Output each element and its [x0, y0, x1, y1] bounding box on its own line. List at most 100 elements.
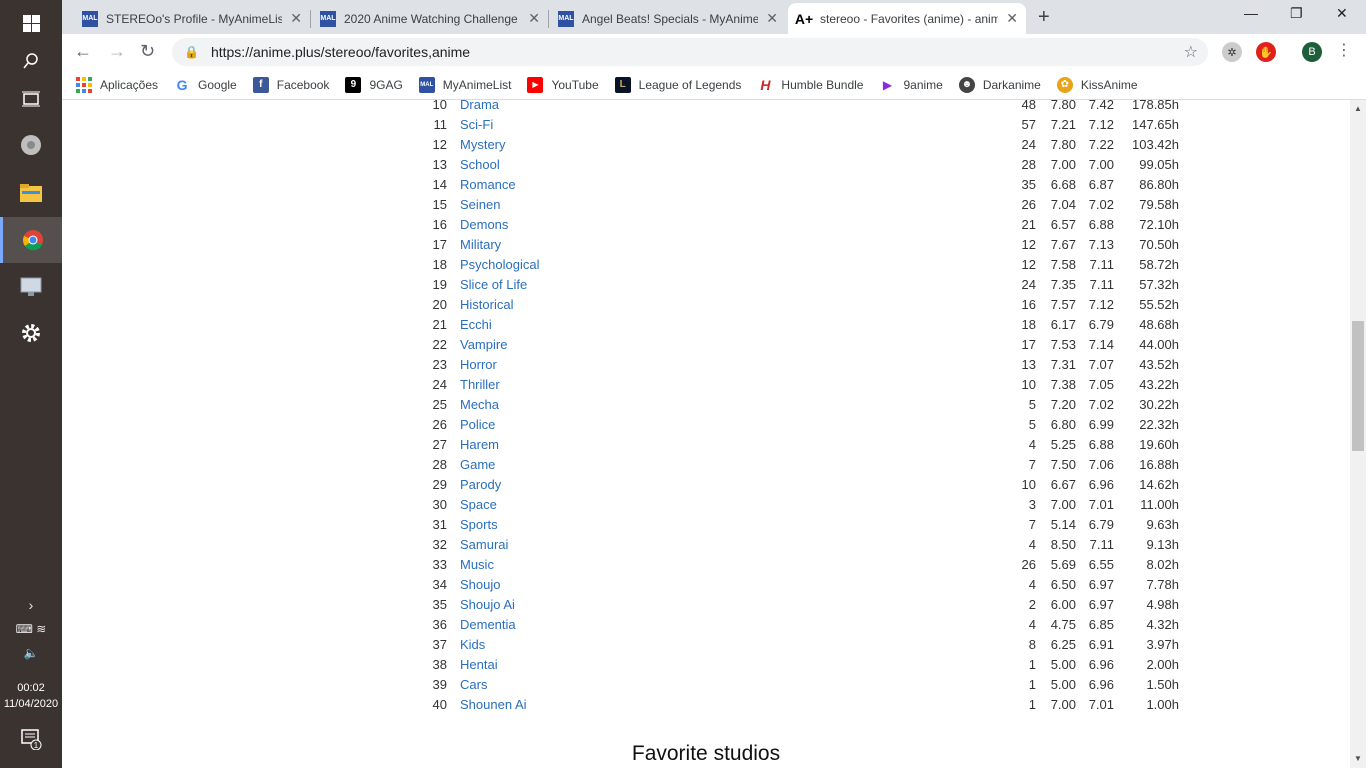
genre-link[interactable]: Historical — [460, 297, 513, 312]
bookmark-google[interactable]: G Google — [174, 77, 237, 93]
bookmarks-bar: Aplicações G Google f Facebook 9 9GAG MA… — [62, 70, 1366, 100]
bookmark-myanimelist[interactable]: MAL MyAnimeList — [418, 76, 511, 93]
bookmark-league-of-legends[interactable]: L League of Legends — [614, 76, 741, 93]
genre-link[interactable]: Music — [460, 557, 494, 572]
genre-link[interactable]: Police — [460, 417, 495, 432]
genre-link[interactable]: Samurai — [460, 537, 508, 552]
scroll-down-arrow-icon[interactable]: ▼ — [1354, 754, 1362, 763]
genre-link[interactable]: Sports — [460, 517, 498, 532]
genre-link[interactable]: Slice of Life — [460, 277, 527, 292]
bookmark-label: Humble Bundle — [781, 77, 864, 92]
taskbar-clock[interactable]: 00:02 11/04/2020 — [0, 680, 62, 712]
close-tab-icon[interactable]: ✕ — [1006, 10, 1018, 27]
volume-icon[interactable]: 🔈 — [0, 646, 62, 660]
profile-avatar[interactable]: B — [1302, 42, 1322, 62]
task-view-icon[interactable] — [0, 76, 62, 122]
reload-icon[interactable]: ↻ — [140, 41, 155, 62]
genre-link[interactable]: Shoujo Ai — [460, 597, 515, 612]
close-tab-icon[interactable]: ✕ — [290, 10, 302, 27]
bookmark-9anime[interactable]: ▶ 9anime — [879, 77, 943, 93]
tab-mal-profile[interactable]: MAL STEREOo's Profile - MyAnimeList ✕ — [74, 3, 310, 34]
tab-title: stereoo - Favorites (anime) - anim — [820, 11, 999, 26]
genre-link[interactable]: Vampire — [460, 337, 507, 352]
genre-link[interactable]: Cars — [460, 677, 487, 692]
restore-icon[interactable]: ❐ — [1290, 5, 1303, 22]
bookmark-humble-bundle[interactable]: H Humble Bundle — [757, 77, 863, 93]
genre-link[interactable]: Romance — [460, 177, 516, 192]
bookmark-star-icon[interactable]: ☆ — [1184, 42, 1198, 62]
genre-time-spent: 11.00h — [1140, 497, 1179, 512]
genre-link[interactable]: Harem — [460, 437, 499, 452]
minimize-icon[interactable]: — — [1244, 5, 1258, 21]
genre-link[interactable]: Ecchi — [460, 317, 492, 332]
genre-link[interactable]: Military — [460, 237, 501, 252]
close-tab-icon[interactable]: ✕ — [528, 10, 540, 27]
genre-mean-score: 7.57 — [1050, 297, 1076, 312]
tab-angel-beats[interactable]: MAL Angel Beats! Specials - MyAnime ✕ — [550, 3, 786, 34]
extension-adblock-icon[interactable]: ✋ — [1256, 42, 1276, 62]
back-arrow-icon[interactable]: ← — [74, 41, 92, 62]
remote-desktop-icon[interactable] — [0, 264, 62, 310]
bookmark-9gag[interactable]: 9 9GAG — [345, 76, 403, 93]
bookmark-apps[interactable]: Aplicações — [76, 76, 159, 93]
close-window-icon[interactable]: ✕ — [1336, 5, 1348, 22]
settings-gear-icon[interactable] — [0, 310, 62, 356]
url-text[interactable]: https://anime.plus/stereoo/favorites,ani… — [211, 44, 470, 60]
more-menu-icon[interactable]: ⋮ — [1336, 40, 1352, 60]
genre-link[interactable]: School — [460, 157, 500, 172]
genre-link[interactable]: Kids — [460, 637, 485, 652]
chrome-taskbar-icon[interactable] — [0, 217, 62, 263]
close-tab-icon[interactable]: ✕ — [766, 10, 778, 27]
forward-arrow-icon[interactable]: → — [108, 41, 126, 62]
genre-link[interactable]: Parody — [460, 477, 501, 492]
genre-link[interactable]: Sci-Fi — [460, 117, 493, 132]
genre-link[interactable]: Hentai — [460, 657, 498, 672]
chevron-right-icon[interactable]: › — [0, 597, 62, 613]
genre-link[interactable]: Thriller — [460, 377, 500, 392]
genre-rank: 21 — [432, 317, 447, 332]
address-bar[interactable]: 🔒 https://anime.plus/stereoo/favorites,a… — [172, 38, 1208, 66]
extension-film-icon[interactable]: ✲ — [1222, 42, 1242, 62]
genre-link[interactable]: Demons — [460, 217, 508, 232]
table-row: 12 Mystery 24 7.80 7.22 103.42h — [422, 137, 1182, 157]
genre-link[interactable]: Space — [460, 497, 497, 512]
genre-link[interactable]: Psychological — [460, 257, 540, 272]
genre-link[interactable]: Game — [460, 457, 495, 472]
new-tab-icon[interactable]: + — [1038, 6, 1050, 29]
9gag-icon: 9 — [345, 76, 362, 93]
table-row: 26 Police 5 6.80 6.99 22.32h — [422, 417, 1182, 437]
genre-link[interactable]: Drama — [460, 100, 499, 112]
favorite-studios-heading: Favorite studios — [631, 742, 781, 765]
bookmark-youtube[interactable]: ▶ YouTube — [527, 76, 599, 93]
action-center-icon[interactable]: 1 — [0, 716, 62, 762]
scroll-up-arrow-icon[interactable]: ▲ — [1354, 104, 1362, 113]
genre-avg-score: 7.05 — [1088, 377, 1114, 392]
genre-rank: 15 — [432, 197, 447, 212]
scroll-thumb[interactable] — [1352, 321, 1364, 451]
genre-link[interactable]: Dementia — [460, 617, 516, 632]
genre-mean-score: 7.58 — [1050, 257, 1076, 272]
tab-anime-plus-active[interactable]: A+ stereoo - Favorites (anime) - anim ✕ — [788, 3, 1026, 34]
genre-mean-score: 5.69 — [1050, 557, 1076, 572]
file-explorer-icon[interactable] — [0, 170, 62, 216]
genre-link[interactable]: Shounen Ai — [460, 697, 527, 712]
lock-icon[interactable]: 🔒 — [184, 45, 199, 59]
system-tray-icons[interactable]: ⌨ ≋ — [0, 622, 62, 636]
tab-watching-challenge[interactable]: MAL 2020 Anime Watching Challenge ✕ — [312, 3, 548, 34]
genre-link[interactable]: Mystery — [460, 137, 506, 152]
genre-time-spent: 86.80h — [1139, 177, 1179, 192]
bookmark-label: Aplicações — [100, 77, 159, 92]
genre-mean-score: 6.00 — [1050, 597, 1076, 612]
bookmark-kissanime[interactable]: ✿ KissAnime — [1056, 76, 1138, 93]
genre-link[interactable]: Mecha — [460, 397, 499, 412]
genre-link[interactable]: Shoujo — [460, 577, 500, 592]
page-scrollbar[interactable]: ▲ ▼ — [1350, 100, 1366, 768]
genre-rank: 23 — [432, 357, 447, 372]
genre-link[interactable]: Horror — [460, 357, 497, 372]
table-row: 11 Sci-Fi 57 7.21 7.12 147.65h — [422, 117, 1182, 137]
table-row: 33 Music 26 5.69 6.55 8.02h — [422, 557, 1182, 577]
bookmark-facebook[interactable]: f Facebook — [252, 76, 329, 93]
media-player-icon[interactable] — [0, 122, 62, 168]
genre-link[interactable]: Seinen — [460, 197, 500, 212]
bookmark-darkanime[interactable]: ☻ Darkanime — [958, 76, 1041, 93]
